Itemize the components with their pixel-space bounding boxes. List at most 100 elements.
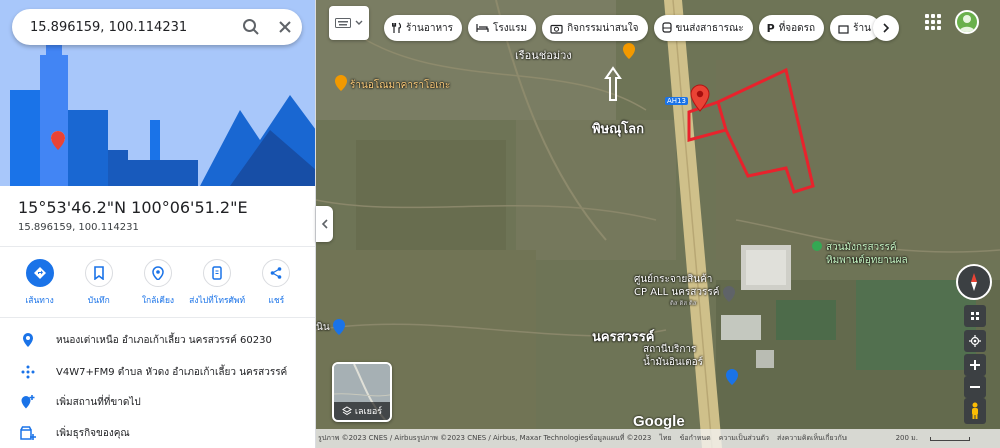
plus-icon [970,360,980,370]
category-chips: ร้านอาหาร โรงแรม กิจกรรมน่าสนใจ ขนส่งสาธ… [384,15,880,41]
search-box[interactable]: 15.896159, 100.114231 [12,9,302,45]
location-pin-icon [0,332,56,348]
country-link[interactable]: ไทย [659,433,671,444]
chip-label: ที่จอดรถ [778,22,816,34]
shop-icon [838,24,849,34]
zoom-out-button[interactable] [964,376,986,398]
action-label: ใกล้เคียง [141,296,175,306]
chip-label: ร้าน [853,22,871,34]
hotel-icon [476,24,489,32]
attribution-bar: รูปภาพ ©2023 CNES / Airbusรูปภาพ ©2023 C… [316,429,1000,448]
location-marker-icon[interactable] [689,84,711,112]
action-bar: เส้นทาง บันทึก ใกล้เคียง ส่งไปที่โทรศัพท… [0,246,315,318]
restaurant-pin-icon[interactable] [334,74,348,92]
poi-label[interactable]: เรือนช่อม่วง [515,46,572,64]
gas-station-pin-icon[interactable] [725,368,739,386]
add-business-icon [0,425,56,441]
pegman-icon [972,402,978,419]
action-label: ส่งไปที่โทรศัพท์ [189,296,246,306]
poi-label[interactable]: ร้านอโณมาคาราโอเกะ [350,78,450,93]
share-button[interactable]: แชร์ [248,259,304,317]
map-tilt-button[interactable] [964,305,986,327]
chip-hotels[interactable]: โรงแรม [468,15,537,41]
scale-label[interactable]: 200 ม. [896,433,918,444]
nearby-icon [143,259,172,287]
save-button[interactable]: บันทึก [71,259,127,317]
satellite-imagery [316,0,1000,448]
add-place-row[interactable]: เพิ่มสถานที่ที่ขาดไป [0,385,315,419]
chip-label: ขนส่งสาธารณะ [675,22,744,34]
poi-sublabel: ดิส ดิส ดิส [670,300,697,307]
chip-transit[interactable]: ขนส่งสาธารณะ [653,15,753,41]
zoom-in-button[interactable] [964,354,986,376]
layers-icon [341,406,352,416]
place-title: 15°53'46.2"N 100°06'51.2"E [18,198,248,217]
directions-button[interactable]: เส้นทาง [12,259,68,317]
google-logo: Google [633,413,685,430]
street-view-pegman[interactable] [964,398,986,424]
address-row[interactable]: หนองเต่าเหนือ อำเภอเก้าเลี้ยว นครสวรรค์ … [0,323,315,357]
chip-restaurants[interactable]: ร้านอาหาร [384,15,463,41]
scale-bar [930,436,970,441]
bookmark-icon [84,259,113,287]
close-icon[interactable] [268,10,302,44]
keyboard-icon [335,18,351,28]
collapse-panel-button[interactable] [316,206,333,242]
compass-icon [971,273,977,291]
search-icon[interactable] [234,10,268,44]
place-subtitle: 15.896159, 100.114231 [18,222,139,233]
input-tools-button[interactable] [329,6,369,40]
satellite-map[interactable]: เรือนช่อม่วง ร้านอโณมาคาราโอเกะ พิษณุโลก… [316,0,1000,448]
terms-link[interactable]: ข้อกำหนด [680,433,711,444]
add-business-text: เพิ่มธุรกิจของคุณ [56,427,130,439]
my-location-button[interactable] [964,330,986,352]
share-icon [262,259,291,287]
account-avatar[interactable] [955,10,979,34]
chevron-left-icon [321,219,328,229]
poi-label[interactable]: น้ำมันอินเตอร์ [643,355,703,370]
more-chips-button[interactable] [873,15,899,41]
imagery-attribution: รูปภาพ ©2023 CNES / Airbusรูปภาพ ©2023 C… [318,434,652,442]
feedback-link[interactable]: ส่งความคิดเห็นเกี่ยวกับผลิตภัณฑ์ [777,433,847,444]
chevron-down-icon [355,20,363,25]
nearby-button[interactable]: ใกล้เคียง [130,259,186,317]
transit-pin-icon[interactable] [332,318,346,336]
restaurant-icon [392,22,402,33]
park-icon[interactable] [811,240,823,252]
search-input[interactable]: 15.896159, 100.114231 [30,20,234,35]
my-location-icon [969,335,981,347]
transit-icon [661,22,672,33]
road-shield: AH13 [665,97,688,105]
privacy-link[interactable]: ความเป็นส่วนตัว [719,433,769,444]
layers-button[interactable]: เลเยอร์ [332,362,392,422]
restaurant-pin-icon[interactable] [622,42,636,60]
side-panel: 15.896159, 100.114231 15°53'46.2"N 100°0… [0,0,316,448]
region-label: พิษณุโลก [592,122,645,137]
layers-label: เลเยอร์ [354,407,383,417]
chip-label: โรงแรม [493,22,528,34]
chip-label: ร้านอาหาร [406,22,454,34]
chevron-right-icon [883,23,890,33]
poi-label-partial[interactable]: นิน [316,320,330,335]
action-label: เส้นทาง [25,296,54,306]
poi-label[interactable]: หิมพานต์อุทยานผล [826,253,908,268]
address-text: หนองเต่าเหนือ อำเภอเก้าเลี้ยว นครสวรรค์ … [56,334,272,346]
minus-icon [970,386,980,388]
apps-grid-icon[interactable] [925,14,941,30]
send-to-phone-icon [203,259,232,287]
store-pin-icon[interactable] [722,285,736,303]
plus-code-row[interactable]: V4W7+FM9 ตำบล หัวดง อำเภอเก้าเลี้ยว นครส… [0,355,315,389]
plus-code-text: V4W7+FM9 ตำบล หัวดง อำเภอเก้าเลี้ยว นครส… [56,366,288,378]
grid-icon [971,312,979,320]
add-place-icon [0,394,56,410]
chip-things-to-do[interactable]: กิจกรรมน่าสนใจ [542,15,648,41]
add-business-row[interactable]: เพิ่มธุรกิจของคุณ [0,416,315,448]
compass-button[interactable] [956,264,992,300]
directions-icon [25,259,54,287]
chip-parking[interactable]: P ที่จอดรถ [758,15,825,41]
user-icon [959,15,975,32]
parking-icon: P [766,21,775,35]
up-arrow-icon [604,66,622,101]
send-to-phone-button[interactable]: ส่งไปที่โทรศัพท์ [189,259,245,317]
plus-code-icon [0,364,56,380]
